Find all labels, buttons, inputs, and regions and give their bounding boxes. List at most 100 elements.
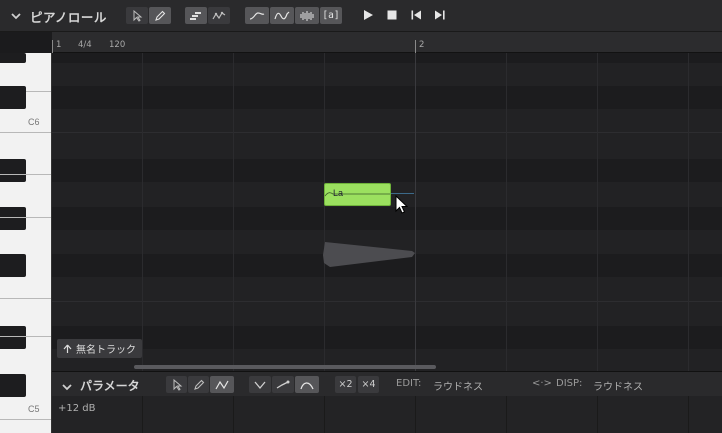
horizontal-scrollbar[interactable] [134, 365, 436, 369]
note-block[interactable]: La [324, 183, 391, 206]
grid-row-dark [52, 53, 722, 63]
select-tool-button[interactable] [126, 7, 148, 24]
key-divider [0, 174, 51, 175]
parameter-panel: パラメータ ×2 ×4 EDIT: ラウドネス <·> DISP: ラウドネス [52, 371, 722, 433]
pencil-icon [193, 379, 204, 390]
piano-keyboard[interactable]: C6 C5 [0, 53, 52, 433]
black-key[interactable] [0, 86, 26, 109]
pitch-curve-tail [390, 193, 414, 194]
beat-line [324, 53, 325, 371]
beat-line [142, 53, 143, 371]
notes-icon [190, 11, 201, 20]
curve-icon [249, 11, 265, 20]
pitch-line-icon [212, 11, 226, 19]
tempo[interactable]: 120 [109, 40, 125, 50]
c6-label: C6 [28, 117, 40, 127]
track-selector[interactable]: 無名トラック [57, 339, 142, 358]
parameter-collapse-chevron-icon[interactable] [61, 378, 73, 397]
line-tool-icon [215, 380, 229, 389]
note-lyric: La [333, 188, 344, 198]
black-key[interactable] [0, 326, 26, 349]
parameter-title: パラメータ [80, 379, 140, 393]
swap-icon[interactable]: <·> [532, 378, 552, 389]
param-select-tool-button[interactable] [166, 376, 187, 393]
skip-forward-icon [435, 10, 445, 20]
octave-line [52, 132, 722, 133]
phoneme-label-toggle[interactable]: [a] [320, 7, 342, 24]
edit-label: EDIT: [396, 378, 422, 389]
collapse-chevron-icon[interactable] [10, 8, 22, 22]
smooth-arc-button[interactable] [295, 376, 319, 393]
octave-line [52, 301, 722, 302]
pitch-mode-button[interactable] [208, 7, 230, 24]
disp-parameter-select[interactable]: ラウドネス [593, 378, 643, 393]
param-line-tool-button[interactable] [210, 376, 234, 393]
param-grid-line [506, 396, 507, 433]
pitch-curve-toggle[interactable] [245, 7, 269, 24]
param-grid-line [688, 396, 689, 433]
beat-line [233, 53, 234, 371]
rewind-button[interactable] [407, 7, 425, 23]
bar-1-label: 1 [56, 40, 62, 50]
beat-line [688, 53, 689, 371]
vibrato-icon [274, 11, 290, 19]
key-divider [0, 336, 51, 337]
grid-row-dark [52, 207, 722, 230]
param-grid-line [597, 396, 598, 433]
bar-line [415, 53, 416, 371]
smooth-line-button[interactable] [272, 376, 294, 393]
track-name: 無名トラック [76, 345, 136, 356]
param-pencil-tool-button[interactable] [188, 376, 209, 393]
param-grid-line [415, 396, 416, 433]
play-icon [364, 10, 373, 20]
pointer-icon [133, 9, 143, 22]
grid-row-dark [52, 326, 722, 349]
bar-2-marker [415, 40, 416, 53]
pencil-tool-button[interactable] [149, 7, 171, 24]
stop-button[interactable] [383, 7, 401, 23]
parameter-level-label: +12 dB [58, 403, 96, 414]
note-mode-button[interactable] [185, 7, 207, 24]
disp-label: DISP: [556, 378, 583, 389]
scale-x4-button[interactable]: ×4 [358, 376, 379, 393]
c5-label: C5 [28, 404, 40, 414]
smooth-down-button[interactable] [249, 376, 271, 393]
play-button[interactable] [359, 7, 377, 23]
forward-button[interactable] [431, 7, 449, 23]
pencil-icon [155, 10, 166, 21]
timeline-ruler[interactable]: 1 4/4 120 2 [52, 32, 722, 53]
curve-up-icon [276, 380, 290, 389]
scale-x2-button[interactable]: ×2 [335, 376, 356, 393]
param-grid-line [233, 396, 234, 433]
stop-icon [387, 10, 397, 20]
pointer-icon [173, 378, 182, 391]
key-divider [0, 298, 51, 299]
black-key[interactable] [0, 53, 26, 63]
black-key[interactable] [0, 254, 26, 277]
curve-arc-icon [300, 381, 314, 389]
param-grid-line [142, 396, 143, 433]
bar-1-marker [52, 40, 53, 53]
edit-parameter-select[interactable]: ラウドネス [433, 378, 483, 393]
key-divider [0, 132, 51, 133]
vibrato-toggle[interactable] [270, 7, 294, 24]
key-divider [0, 217, 51, 218]
panel-title: ピアノロール [30, 10, 107, 25]
param-grid-line [324, 396, 325, 433]
grid-row-dark [52, 86, 722, 109]
waveform-toggle[interactable] [295, 7, 319, 24]
skip-back-icon [411, 10, 421, 20]
piano-roll-toolbar: ピアノロール [a] [0, 0, 722, 32]
black-key[interactable] [0, 159, 26, 182]
curve-down-icon [254, 381, 266, 389]
note-grid[interactable]: La 無名トラック [52, 53, 722, 371]
black-key[interactable] [0, 374, 26, 397]
grid-row-dark [52, 159, 722, 182]
bar-2-label: 2 [419, 40, 425, 50]
black-key[interactable] [0, 207, 26, 230]
note-waveform-shape [323, 242, 415, 267]
mouse-cursor-icon [395, 195, 409, 214]
waveform-icon [300, 10, 314, 21]
time-signature[interactable]: 4/4 [78, 40, 92, 50]
key-divider [0, 419, 51, 420]
